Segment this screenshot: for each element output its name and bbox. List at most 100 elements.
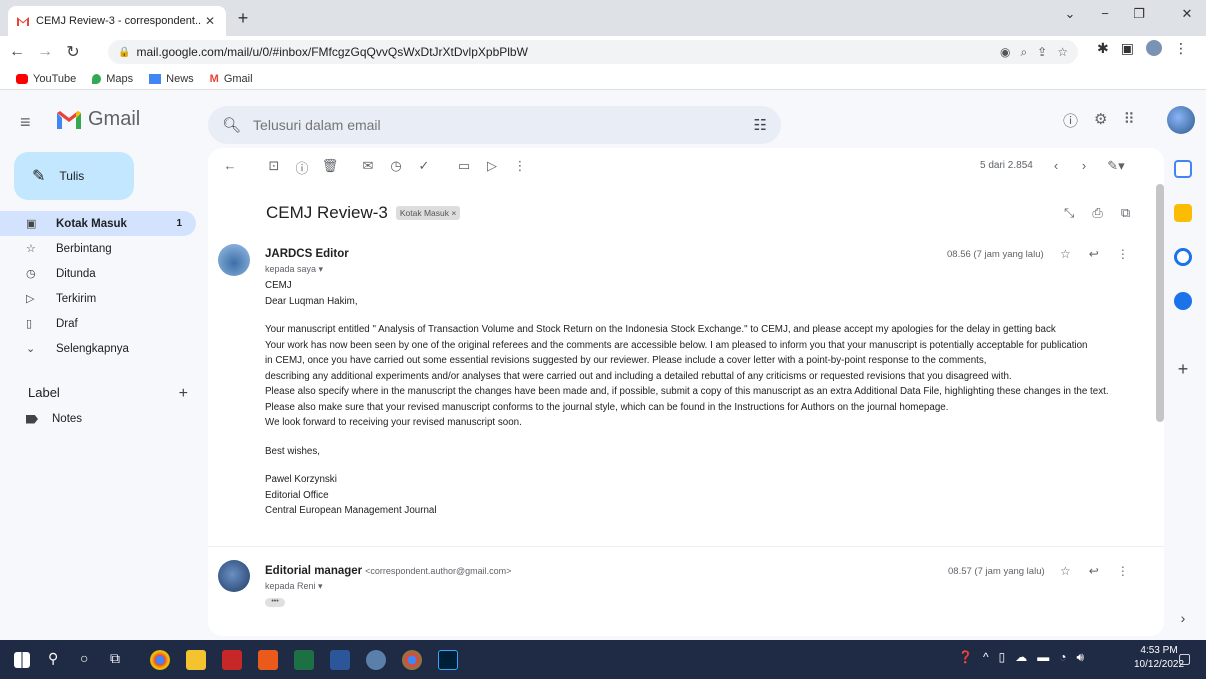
- tray-chevron-icon[interactable]: ^: [983, 650, 989, 665]
- nav-item-drafts[interactable]: ▯ Draf: [0, 311, 200, 336]
- search-input[interactable]: [253, 117, 754, 133]
- back-icon[interactable]: ←: [6, 43, 28, 61]
- sender-avatar[interactable]: [218, 560, 250, 592]
- zoom-icon[interactable]: ⌕: [1020, 45, 1027, 60]
- star-icon[interactable]: ☆: [1060, 564, 1071, 578]
- profile-avatar-icon[interactable]: [1145, 40, 1162, 56]
- new-tab-button[interactable]: +: [232, 8, 254, 29]
- office-icon[interactable]: [258, 650, 278, 670]
- more-vert-icon[interactable]: ⋮: [1117, 564, 1129, 578]
- report-spam-icon[interactable]: ⓘ: [292, 158, 312, 177]
- url-text[interactable]: mail.google.com/mail/u/0/#inbox/FMfcgzGq…: [136, 45, 1000, 59]
- windows-start-icon[interactable]: [14, 652, 30, 668]
- nav-item-inbox[interactable]: ▣ Kotak Masuk 1: [0, 211, 196, 236]
- minimize-button[interactable]: −: [1090, 6, 1120, 21]
- more-vert-icon[interactable]: ⋮: [1117, 247, 1129, 261]
- older-chevron-icon[interactable]: ›: [1074, 158, 1094, 173]
- sender-name[interactable]: JARDCS Editor: [265, 248, 349, 260]
- nav-item-starred[interactable]: ☆ Berbintang: [0, 236, 200, 261]
- browser-tab[interactable]: CEMJ Review-3 - correspondent... ✕: [8, 6, 226, 36]
- compose-button[interactable]: ✎ Tulis: [14, 152, 134, 200]
- bookmark-youtube[interactable]: YouTube: [16, 73, 76, 85]
- battery-icon[interactable]: ▯: [999, 650, 1006, 665]
- photoshop-icon[interactable]: [438, 650, 458, 670]
- contacts-icon[interactable]: [1174, 292, 1192, 310]
- sidepanel-icon[interactable]: ▣: [1121, 40, 1134, 57]
- extensions-icon[interactable]: ✱: [1097, 40, 1109, 57]
- tab-search-icon[interactable]: ⌄: [1055, 6, 1085, 22]
- search-options-icon[interactable]: ☷: [754, 116, 767, 134]
- settings-gear-icon[interactable]: ⚙: [1094, 110, 1107, 131]
- main-menu-icon[interactable]: ≡: [20, 112, 31, 133]
- forward-icon[interactable]: →: [34, 43, 56, 61]
- bookmark-star-icon[interactable]: ☆: [1057, 45, 1068, 60]
- delete-icon[interactable]: 🗑︎: [320, 158, 340, 174]
- nav-item-more[interactable]: ⌄ Selengkapnya: [0, 336, 200, 361]
- archive-icon[interactable]: ⊡: [264, 158, 284, 174]
- calendar-icon[interactable]: [1174, 160, 1192, 178]
- tab-close-icon[interactable]: ✕: [202, 14, 218, 28]
- show-side-panel-icon[interactable]: ›: [1174, 610, 1192, 628]
- bookmark-news[interactable]: News: [149, 73, 194, 85]
- volume-icon[interactable]: 🔊︎: [1076, 650, 1084, 665]
- notifications-icon[interactable]: ▢: [1178, 650, 1198, 670]
- mail-search-box[interactable]: 🔍︎ ☷: [208, 106, 781, 144]
- nav-item-sent[interactable]: ▷ Terkirim: [0, 286, 200, 311]
- sender-avatar[interactable]: [218, 244, 250, 276]
- scrollbar[interactable]: [1156, 184, 1164, 422]
- search-icon[interactable]: 🔍︎: [222, 116, 241, 134]
- recipient-details[interactable]: kepada saya ▾: [265, 264, 323, 275]
- gmail-logo[interactable]: Gmail: [56, 108, 140, 131]
- winrar-icon[interactable]: [222, 650, 242, 670]
- nav-item-snoozed[interactable]: ◷ Ditunda: [0, 261, 200, 286]
- back-arrow-icon[interactable]: ←: [220, 158, 240, 173]
- wifi-icon[interactable]: ◔: [1059, 650, 1066, 665]
- task-view-icon[interactable]: ⧉: [110, 650, 130, 670]
- network-icon[interactable]: ▬: [1037, 650, 1049, 665]
- cortana-icon[interactable]: ○: [80, 650, 100, 670]
- chrome-profile-icon[interactable]: [402, 650, 422, 670]
- reply-icon[interactable]: ↩: [1089, 247, 1099, 261]
- add-task-icon[interactable]: ✓: [414, 158, 434, 174]
- expand-all-icon[interactable]: ⤡: [1064, 205, 1074, 221]
- close-window-button[interactable]: ✕: [1172, 6, 1202, 22]
- word-icon[interactable]: [330, 650, 350, 670]
- reload-icon[interactable]: ↻: [62, 42, 84, 62]
- bookmark-maps[interactable]: Maps: [92, 73, 133, 85]
- input-tools-icon[interactable]: ✎▾: [1106, 158, 1126, 174]
- label-item-notes[interactable]: Notes: [26, 413, 82, 425]
- system-clock[interactable]: 4:53 PM 10/12/2022: [1134, 644, 1184, 672]
- taskbar-search-icon[interactable]: ⚲: [48, 650, 68, 670]
- snooze-icon[interactable]: ◷: [386, 158, 406, 174]
- help-icon[interactable]: ⓘ: [1063, 110, 1078, 131]
- label-icon[interactable]: ▷: [482, 158, 502, 174]
- print-icon[interactable]: ⎙: [1092, 205, 1102, 221]
- get-addons-icon[interactable]: +: [1174, 360, 1192, 378]
- more-options-icon[interactable]: ⋮: [510, 158, 530, 174]
- maximize-button[interactable]: ❐: [1124, 6, 1154, 22]
- help-tray-icon[interactable]: ❓: [958, 650, 973, 665]
- inbox-label-chip[interactable]: Kotak Masuk ×: [395, 206, 461, 220]
- app-icon[interactable]: [366, 650, 386, 670]
- excel-icon[interactable]: [294, 650, 314, 670]
- move-to-icon[interactable]: ▭: [454, 158, 474, 174]
- add-label-icon[interactable]: +: [179, 385, 188, 403]
- mark-unread-icon[interactable]: ✉: [358, 158, 378, 174]
- account-avatar[interactable]: [1167, 106, 1195, 134]
- menu-kebab-icon[interactable]: ⋮: [1174, 40, 1188, 57]
- sender-name[interactable]: Editorial manager <correspondent.author@g…: [265, 565, 511, 577]
- tasks-icon[interactable]: [1174, 248, 1192, 266]
- bookmark-gmail[interactable]: M Gmail: [210, 73, 253, 85]
- apps-grid-icon[interactable]: ⠿: [1123, 110, 1134, 131]
- keep-icon[interactable]: [1174, 204, 1192, 222]
- omnibox[interactable]: 🔒 mail.google.com/mail/u/0/#inbox/FMfcgz…: [108, 40, 1078, 64]
- cloud-icon[interactable]: ☁: [1015, 650, 1027, 665]
- star-icon[interactable]: ☆: [1060, 247, 1071, 261]
- file-explorer-icon[interactable]: [186, 650, 206, 670]
- newer-chevron-icon[interactable]: ‹: [1046, 158, 1066, 173]
- open-new-window-icon[interactable]: ⧉: [1121, 205, 1130, 221]
- eye-icon[interactable]: ◉: [1000, 45, 1010, 60]
- recipient-details[interactable]: kepada Reni ▾: [265, 581, 323, 592]
- chrome-icon[interactable]: [150, 650, 170, 670]
- share-icon[interactable]: ⇪: [1037, 45, 1047, 60]
